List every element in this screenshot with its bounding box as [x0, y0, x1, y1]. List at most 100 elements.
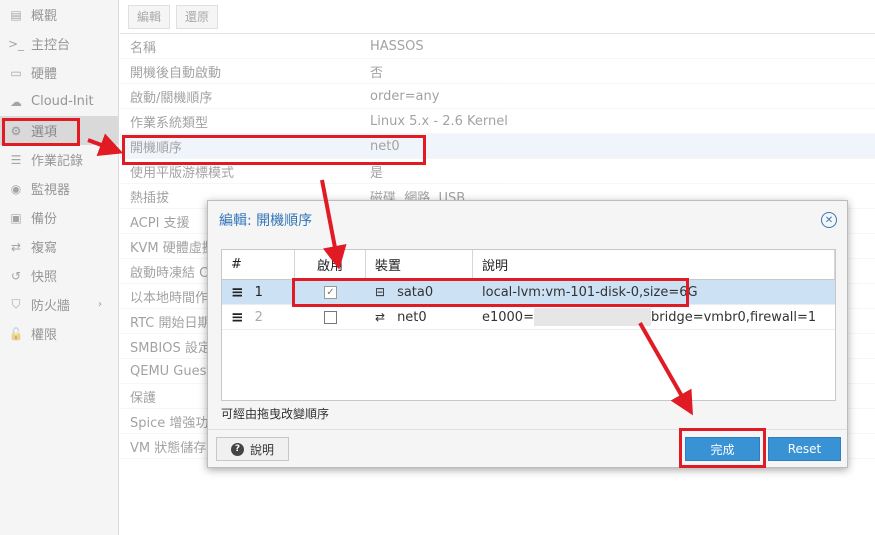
sidebar: ▤ 概觀 >_ 主控台 ▭ 硬體 ☁ Cloud-Init ⚙ 選項 ☰ 作業記錄 ◉ 監視器 ▣ 備份 ⇄ 複寫… [0, 0, 119, 535]
book-icon: ▤ [10, 7, 22, 22]
sidebar-item[interactable]: ▣ 備份 [0, 203, 118, 232]
shield-icon: ⛉ [11, 297, 21, 311]
option-key: 作業系統類型 [130, 115, 209, 131]
sidebar-item-label: 備份 [31, 212, 58, 227]
sidebar-item-label: 權限 [31, 328, 58, 343]
option-row[interactable]: 名稱 HASSOS [120, 34, 875, 59]
sidebar-item-label: 選項 [31, 125, 58, 140]
grid-row[interactable]: ≡ 1 ✓ ⊟ sata0 local-lvm:vm-101-disk-0,size=6G [222, 280, 835, 305]
device-cell: ⊟ sata0 [366, 280, 473, 304]
description-suffix: bridge=vmbr0,firewall=1 [650, 309, 817, 325]
option-value: HASSOS [370, 38, 424, 54]
sidebar-item-label: 快照 [31, 270, 58, 285]
option-value: net0 [370, 138, 400, 154]
option-value: Linux 5.x - 2.6 Kernel [370, 113, 508, 129]
dialog-title: 編輯: 開機順序 [219, 213, 313, 229]
chevron-right-icon: › [98, 299, 102, 310]
description-cell: e1000= bridge=vmbr0,firewall=1 [473, 305, 835, 329]
option-key: 名稱 [130, 40, 157, 56]
help-button[interactable]: ? 說明 [216, 437, 289, 461]
enabled-cell [295, 305, 366, 329]
col-device-header[interactable]: 裝置 [366, 250, 473, 279]
sidebar-item[interactable]: >_ 主控台 [0, 29, 118, 58]
toolbar: 編輯 還原 [120, 0, 875, 34]
sidebar-item[interactable]: ⚙ 選項 [0, 116, 118, 145]
option-key: 使用平版游標模式 [130, 165, 235, 181]
option-row[interactable]: 作業系統類型 Linux 5.x - 2.6 Kernel [120, 109, 875, 134]
cloud-icon: ☁ [10, 94, 22, 109]
edit-button[interactable]: 編輯 [128, 4, 171, 29]
dialog-footer: ? 說明 完成 Reset [208, 429, 847, 467]
sidebar-item-label: 複寫 [31, 241, 58, 256]
sidebar-item[interactable]: ⇄ 複寫 [0, 232, 118, 261]
option-row[interactable]: 使用平版游標模式 是 [120, 159, 875, 184]
option-key: 啟動/關機順序 [130, 90, 213, 106]
col-desc-header[interactable]: 說明 [473, 250, 835, 279]
question-icon: ? [230, 442, 244, 456]
sidebar-item[interactable]: ◉ 監視器 [0, 174, 118, 203]
sidebar-item[interactable]: ↺ 快照 [0, 261, 118, 290]
drag-hint: 可經由拖曳改變順序 [221, 407, 330, 421]
enabled-cell: ✓ [295, 280, 366, 304]
num-cell: ≡ 2 [222, 305, 295, 329]
sidebar-item-label: 主控台 [31, 38, 71, 53]
monitor-icon: ▭ [10, 65, 22, 80]
description-text: local-lvm:vm-101-disk-0,size=6G [482, 284, 698, 300]
option-key: 開機順序 [130, 140, 183, 156]
device-name: net0 [397, 309, 427, 325]
revert-button[interactable]: 還原 [176, 4, 219, 29]
hdd-icon: ⊟ [375, 285, 386, 299]
floppy-icon: ▣ [10, 210, 22, 225]
sidebar-item[interactable]: ▤ 概觀 [0, 0, 118, 29]
device-cell: ⇄ net0 [366, 305, 473, 329]
grid-row[interactable]: ≡ 2 ⇄ net0 e1000= bridge=vmbr0,firewall=1 [222, 305, 835, 330]
grid-header: # 啟用 裝置 說明 [222, 250, 835, 280]
dialog-header: 編輯: 開機順序 ✕ [208, 201, 847, 239]
list-icon: ☰ [10, 152, 22, 167]
gear-icon: ⚙ [10, 123, 22, 138]
col-enabled-header[interactable]: 啟用 [295, 250, 366, 279]
sidebar-item-label: 硬體 [31, 67, 58, 82]
option-value: 是 [370, 165, 384, 181]
row-number: 2 [254, 309, 263, 325]
reset-button[interactable]: Reset [768, 437, 841, 461]
retweet-icon: ⇄ [10, 239, 22, 254]
drag-handle-icon[interactable]: ≡ [231, 283, 244, 301]
col-num-header[interactable]: # [222, 250, 295, 279]
sidebar-item-label: 概觀 [31, 9, 58, 24]
sidebar-item[interactable]: ☁ Cloud-Init [0, 87, 118, 116]
sidebar-item-label: 監視器 [31, 183, 71, 198]
checkbox-checked[interactable]: ✓ [324, 285, 337, 299]
terminal-icon: >_ [7, 36, 25, 51]
history-icon: ↺ [10, 268, 22, 283]
sidebar-item-label: 防火牆 [31, 299, 71, 314]
sidebar-item[interactable]: ▭ 硬體 [0, 58, 118, 87]
sidebar-item[interactable]: 🔓 權限 [0, 319, 118, 348]
description-prefix: e1000= [482, 309, 534, 325]
option-value: 否 [370, 65, 384, 81]
option-row[interactable]: 啟動/關機順序 order=any [120, 84, 875, 109]
option-value: order=any [370, 88, 440, 104]
sidebar-item[interactable]: ⛉ 防火牆 › [0, 290, 118, 319]
sidebar-item[interactable]: ☰ 作業記錄 [0, 145, 118, 174]
help-label: 說明 [249, 442, 274, 457]
boot-order-dialog: 編輯: 開機順序 ✕ # 啟用 裝置 說明 ≡ 1 ✓ ⊟ sata0 local-lvm… [207, 200, 848, 468]
description-cell: local-lvm:vm-101-disk-0,size=6G [473, 280, 835, 304]
sidebar-item-label: 作業記錄 [31, 154, 84, 169]
drag-handle-icon[interactable]: ≡ [231, 308, 244, 326]
option-row[interactable]: 開機順序 net0 [120, 134, 875, 159]
option-key: 開機後自動啟動 [130, 65, 222, 81]
boot-order-grid: # 啟用 裝置 說明 ≡ 1 ✓ ⊟ sata0 local-lvm:vm-101-dis… [221, 249, 836, 401]
unlock-icon: 🔓 [8, 326, 24, 341]
close-icon[interactable]: ✕ [821, 212, 837, 228]
redacted-mac [533, 308, 651, 326]
done-button[interactable]: 完成 [685, 437, 760, 461]
option-row[interactable]: 開機後自動啟動 否 [120, 59, 875, 84]
device-name: sata0 [397, 284, 434, 300]
sidebar-item-label: Cloud-Init [31, 94, 94, 109]
num-cell: ≡ 1 [222, 280, 295, 304]
eye-icon: ◉ [10, 181, 22, 196]
checkbox-unchecked[interactable] [324, 310, 337, 324]
exchange-icon: ⇄ [375, 310, 386, 324]
row-number: 1 [254, 284, 263, 300]
